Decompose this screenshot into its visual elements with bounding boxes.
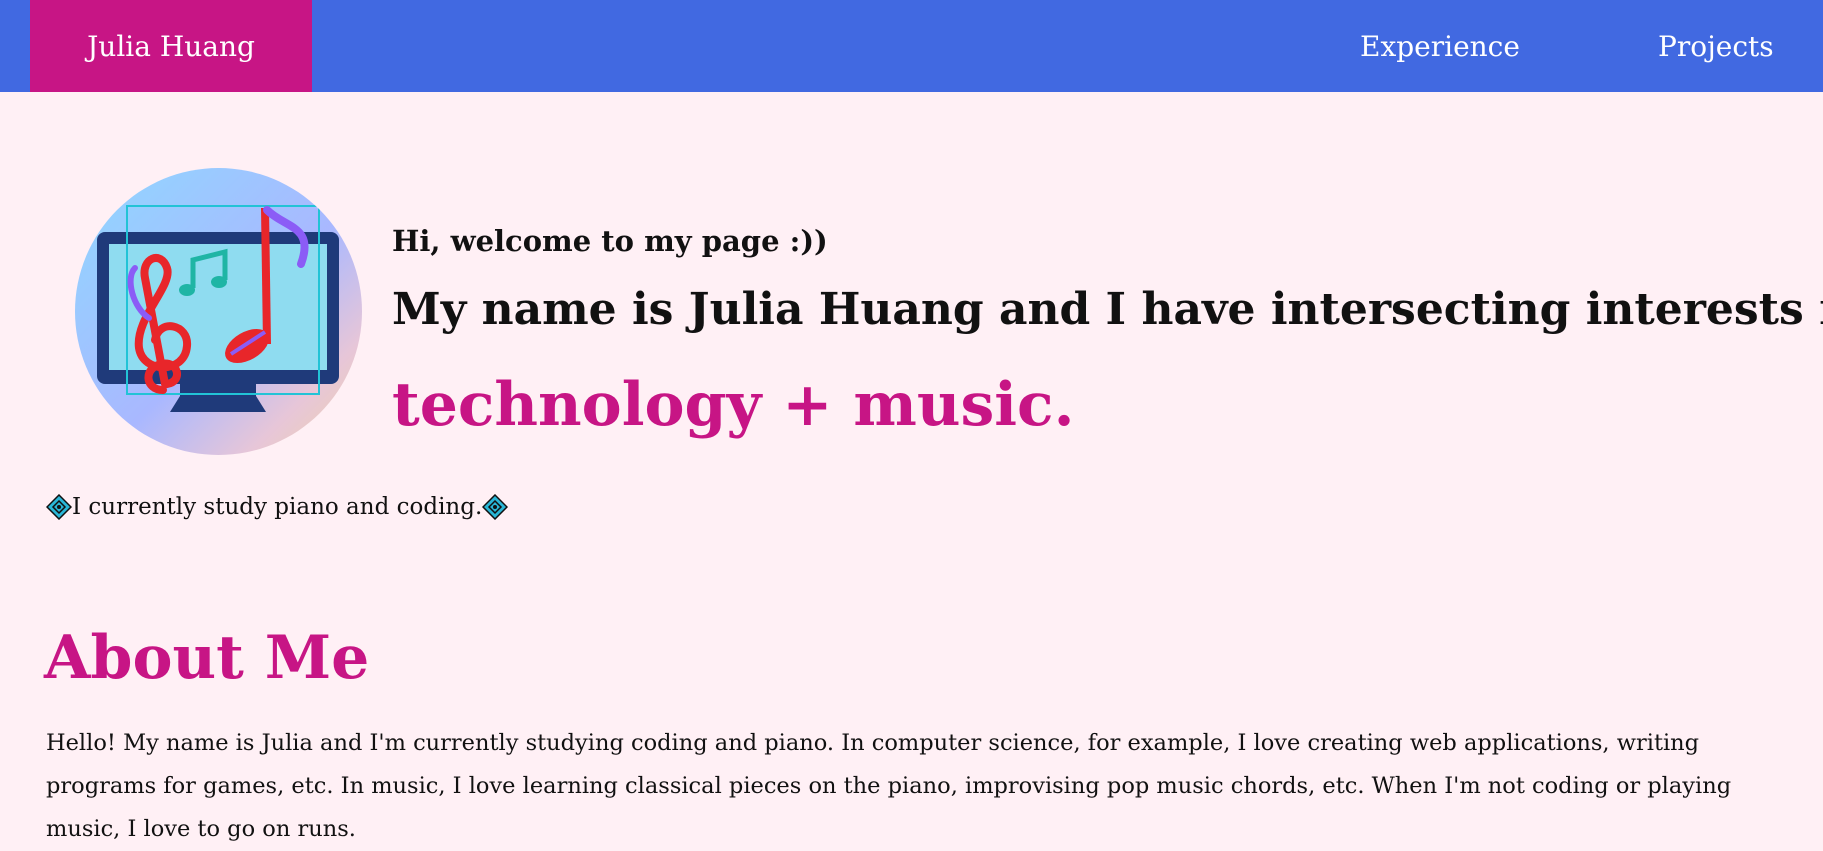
diamond-icon <box>46 494 72 520</box>
nav-link-experience[interactable]: Experience <box>1360 0 1520 92</box>
avatar <box>75 168 362 455</box>
welcome-text: Hi, welcome to my page :)) <box>392 224 828 258</box>
headline: My name is Julia Huang and I have inters… <box>392 284 1823 335</box>
navbar: Julia Huang Experience Projects <box>0 0 1823 92</box>
computer-music-icon <box>75 168 362 455</box>
study-text: I currently study piano and coding. <box>72 494 483 520</box>
study-line: I currently study piano and coding. <box>46 494 509 520</box>
highlight-text: technology + music. <box>392 370 1075 440</box>
brand-link[interactable]: Julia Huang <box>30 0 312 92</box>
diamond-icon <box>482 494 509 520</box>
about-text: Hello! My name is Julia and I'm currentl… <box>46 730 1732 842</box>
nav-link-projects[interactable]: Projects <box>1658 0 1774 92</box>
about-title: About Me <box>44 623 370 693</box>
